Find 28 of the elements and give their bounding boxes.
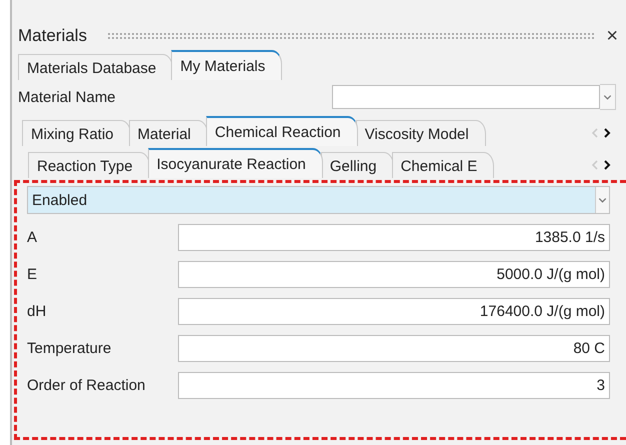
field-label: Material Name: [18, 88, 116, 106]
chevron-down-icon: [600, 84, 616, 110]
tab[interactable]: Chemical Reaction: [206, 116, 358, 146]
tab[interactable]: Viscosity Model: [356, 120, 486, 146]
chevron-down-icon: [595, 187, 609, 213]
parameter-field[interactable]: 176400.0 J/(g mol): [178, 298, 610, 325]
status-dropdown[interactable]: Enabled: [27, 186, 610, 214]
scroll-right-icon[interactable]: [602, 158, 612, 172]
tab[interactable]: Mixing Ratio: [22, 120, 131, 146]
parameter-field[interactable]: 80 C: [178, 335, 610, 362]
parameter-label: E: [27, 266, 38, 283]
parameter-label: Order of Reaction: [27, 377, 146, 394]
close-button[interactable]: ×: [606, 26, 618, 46]
parameter-field[interactable]: 3: [178, 372, 610, 399]
tab[interactable]: Chemical E: [392, 152, 494, 178]
parameter-label: Temperature: [27, 340, 112, 357]
parameter-field[interactable]: 5000.0 J/(g mol): [178, 261, 610, 288]
parameter-label: A: [27, 229, 38, 246]
tab[interactable]: Material: [128, 120, 208, 146]
material-name-dropdown[interactable]: [332, 84, 616, 110]
tab[interactable]: My Materials: [171, 50, 282, 80]
parameter-label: dH: [27, 303, 48, 320]
tab[interactable]: Materials Database: [18, 54, 174, 80]
parameter-field[interactable]: 1385.0 1/s: [178, 224, 610, 251]
tab[interactable]: Reaction Type: [28, 152, 150, 178]
tab[interactable]: Isocyanurate Reaction: [148, 148, 323, 178]
scroll-right-icon[interactable]: [602, 126, 612, 140]
panel-title: Materials: [18, 26, 87, 46]
